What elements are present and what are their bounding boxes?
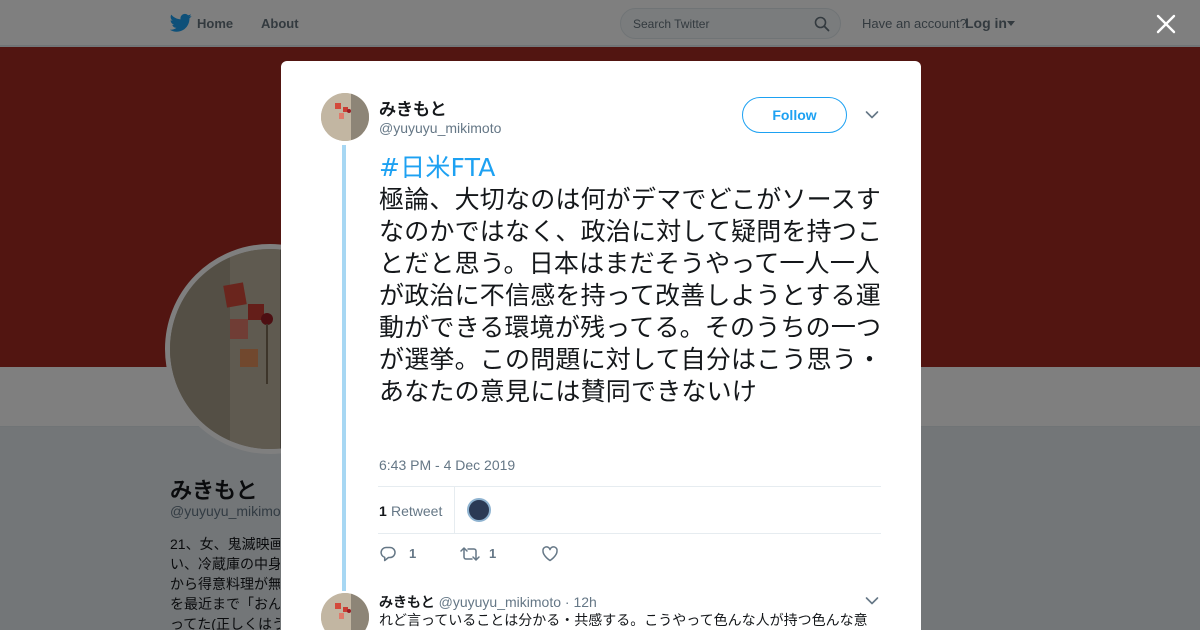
reply-separator: · xyxy=(564,594,570,610)
retweet-action[interactable]: 1 xyxy=(459,544,509,564)
tweet-body: 極論、大切なのは何がデマでどこがソースすなのかではなく、政治に対して疑問を持つこ… xyxy=(379,185,883,406)
author-handle[interactable]: @yuyuyu_mikimoto xyxy=(379,120,501,136)
tweet-timestamp[interactable]: 6:43 PM - 4 Dec 2019 xyxy=(379,457,515,473)
retweet-action-count: 1 xyxy=(489,546,497,561)
retweet-icon[interactable] xyxy=(459,545,481,563)
chevron-down-icon[interactable] xyxy=(865,110,879,120)
heart-icon[interactable] xyxy=(541,545,559,563)
reply-author-handle[interactable]: @yuyuyu_mikimoto xyxy=(439,594,561,610)
tweet-modal: みきもと @yuyuyu_mikimoto Follow #日米FTA 極論、大… xyxy=(281,61,921,630)
chevron-down-icon[interactable] xyxy=(865,596,879,606)
reply-author-name[interactable]: みきもと xyxy=(379,594,435,610)
reply-time[interactable]: 12h xyxy=(573,594,596,610)
reply-author-avatar[interactable] xyxy=(321,593,369,630)
retweeter-avatar[interactable] xyxy=(467,498,491,522)
retweet-label[interactable]: Retweet xyxy=(391,503,442,519)
author-name[interactable]: みきもと xyxy=(379,95,447,120)
retweet-count[interactable]: 1 xyxy=(379,503,387,519)
thread-line xyxy=(342,145,346,591)
reply-avatar-image xyxy=(321,593,369,630)
close-icon[interactable] xyxy=(1155,13,1177,35)
tweet-text: #日米FTA 極論、大切なのは何がデマでどこがソースすなのかではなく、政治に対し… xyxy=(379,152,884,408)
author-avatar[interactable] xyxy=(321,93,369,141)
reply-header: みきもと @yuyuyu_mikimoto · 12h xyxy=(379,592,597,612)
reply-icon[interactable] xyxy=(379,545,397,563)
author-avatar-image xyxy=(321,93,369,141)
like-action[interactable] xyxy=(541,544,571,564)
tweet-stats: 1 Retweet xyxy=(378,486,881,534)
reply-text: れど言っていることは分かる・共感する。こうやって色んな人が持つ色んな意 xyxy=(379,613,868,629)
tweet-actions: 1 1 xyxy=(379,544,679,564)
stats-divider xyxy=(454,487,455,533)
hashtag-link[interactable]: #日米FTA xyxy=(379,152,884,184)
reply-count: 1 xyxy=(409,546,417,561)
follow-button[interactable]: Follow xyxy=(742,97,847,133)
reply-action[interactable]: 1 xyxy=(379,544,429,564)
